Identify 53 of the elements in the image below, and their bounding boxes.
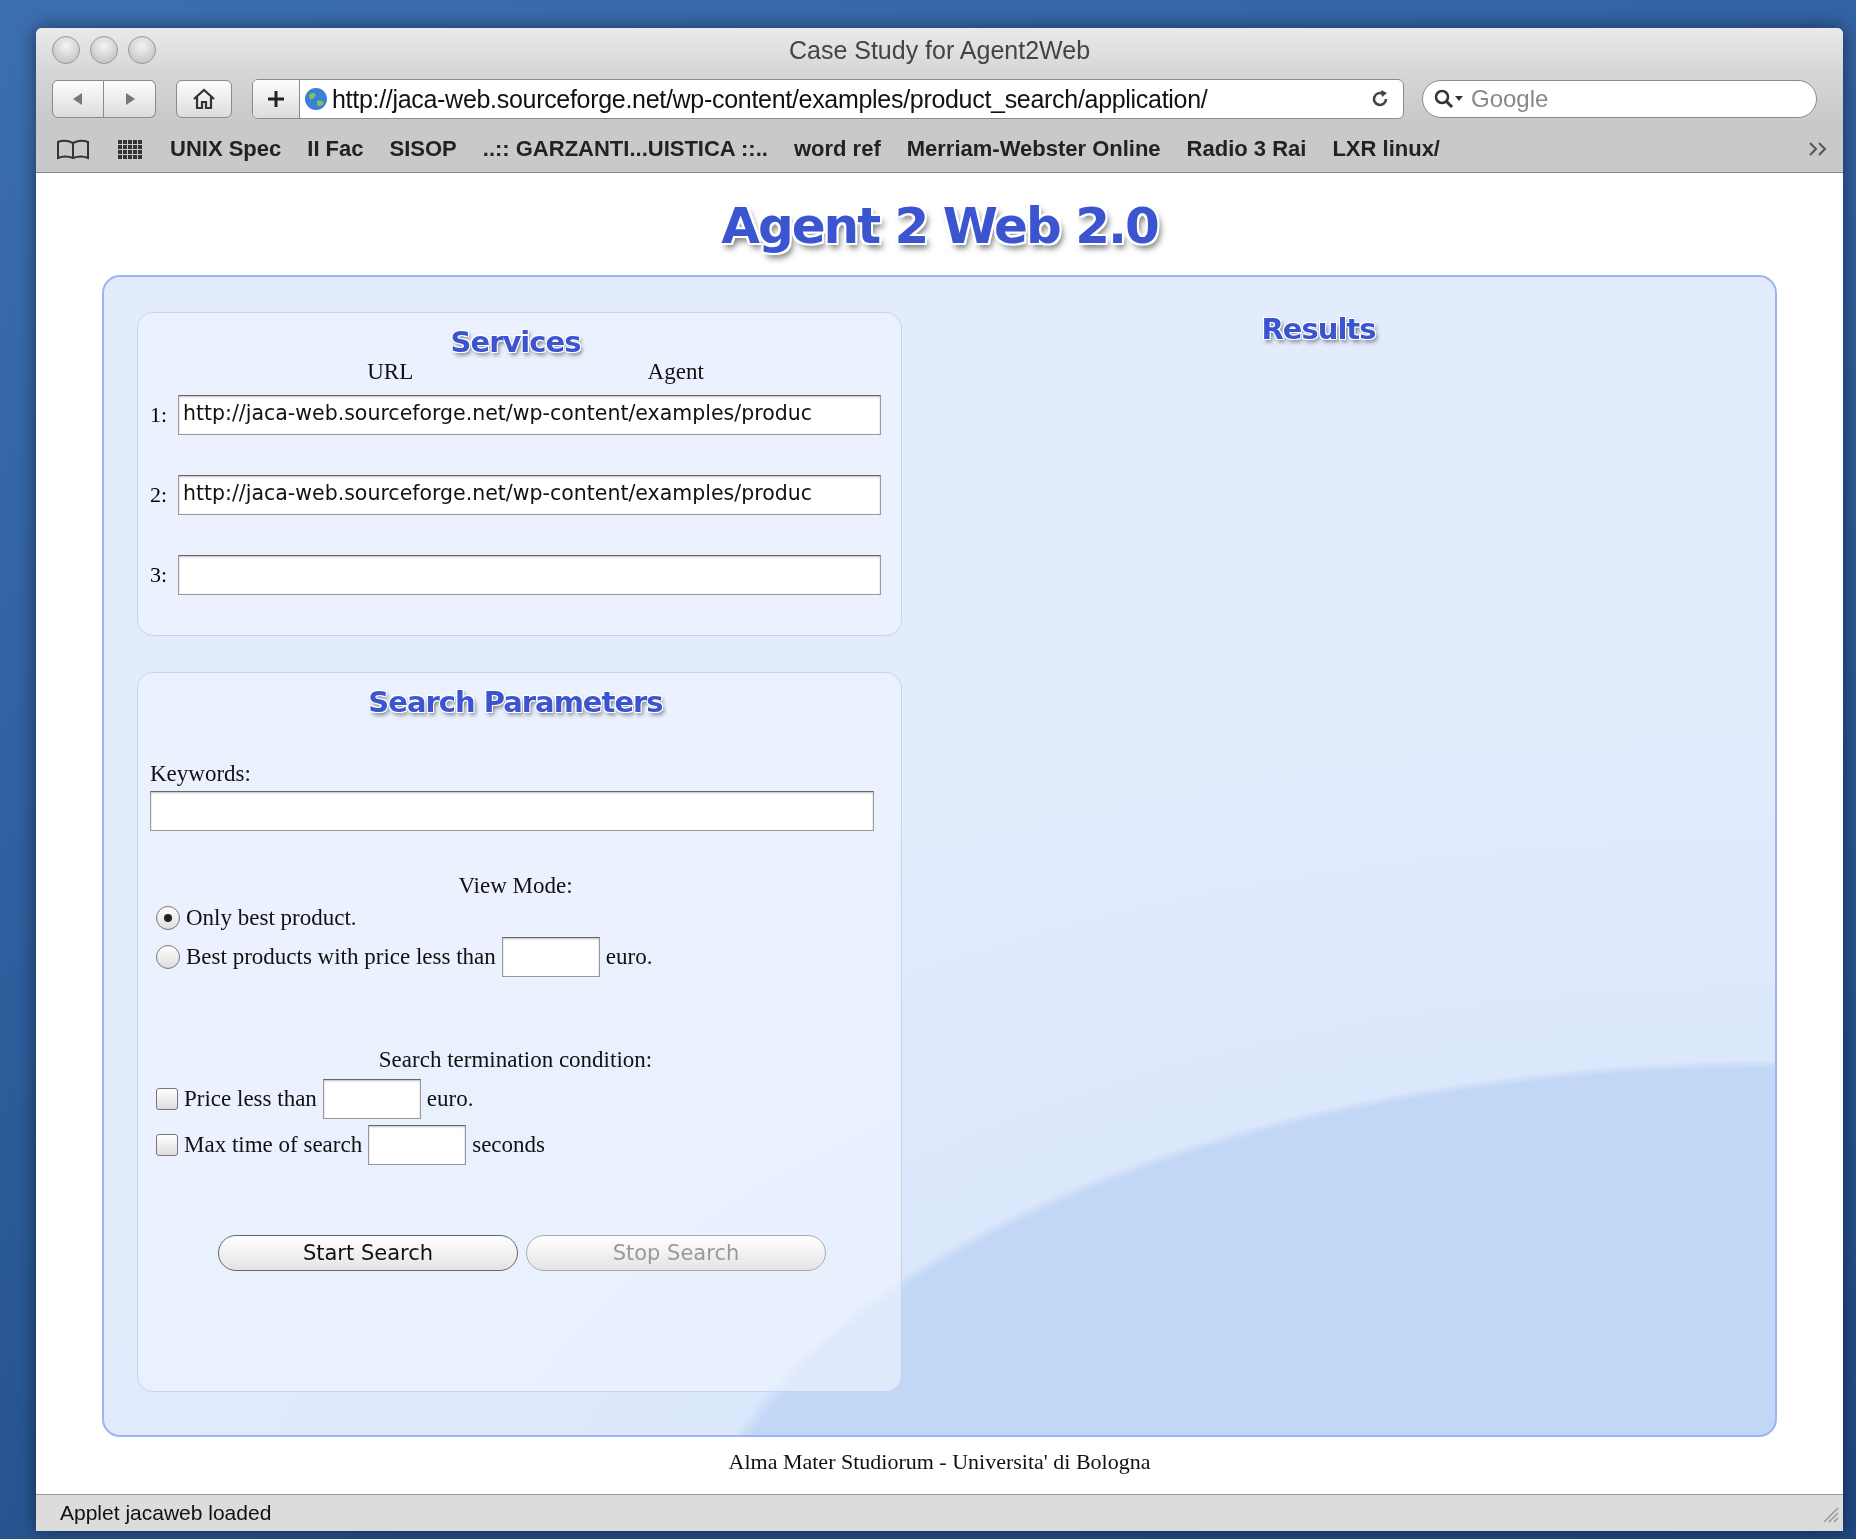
column-header: Agent — [647, 359, 704, 385]
bookmark-link[interactable]: LXR linux/ — [1332, 136, 1440, 162]
footer-text: Alma Mater Studiorum - Universita' di Bologna — [728, 1449, 1151, 1475]
add-bookmark-button[interactable] — [253, 80, 300, 118]
keywords-label: Keywords: — [150, 761, 252, 787]
condition-label: Max time of search — [184, 1132, 363, 1158]
forward-button[interactable] — [104, 80, 156, 118]
option-label: Best products with price less than — [186, 944, 496, 970]
value-field[interactable] — [368, 1125, 467, 1165]
price-field[interactable] — [501, 937, 600, 977]
row-number: 2: — [150, 482, 169, 508]
url-field[interactable] — [177, 555, 881, 595]
row-number: 3: — [150, 562, 169, 588]
bookmark-link[interactable]: UNIX Spec — [170, 136, 282, 162]
checkbox[interactable] — [156, 1134, 178, 1156]
bookmark-link[interactable]: Radio 3 Rai — [1186, 136, 1307, 162]
radio-button[interactable] — [156, 906, 180, 930]
bookmark-link[interactable]: word ref — [793, 136, 881, 162]
home-icon — [191, 87, 217, 111]
globe-icon — [304, 87, 328, 111]
plus-icon — [266, 89, 286, 109]
unit-label: seconds — [472, 1132, 545, 1158]
bookmark-link[interactable]: SISOP — [389, 136, 457, 162]
results-heading: Results — [1261, 312, 1376, 348]
row-number: 1: — [150, 402, 169, 428]
view-mode-label: View Mode: — [458, 873, 573, 899]
bookmark-link[interactable]: II Fac — [307, 136, 364, 162]
book-icon[interactable] — [56, 138, 90, 160]
services-heading: Services — [449, 325, 582, 359]
condition-label: Price less than — [184, 1086, 317, 1112]
grid-icon[interactable] — [116, 138, 144, 160]
home-button[interactable] — [176, 80, 232, 118]
bookmark-link[interactable]: ..:: GARZANTI...UISTICA ::.. — [482, 136, 768, 162]
termination-label: Search termination condition: — [378, 1047, 653, 1073]
checkbox[interactable] — [156, 1088, 178, 1110]
back-button[interactable] — [52, 80, 104, 118]
search-field[interactable]: Google — [1422, 80, 1817, 118]
address-field[interactable]: http://jaca-web.sourceforge.net/wp-content/examples/product_search/application/ — [252, 79, 1404, 119]
option-label: Only best product. — [186, 905, 357, 931]
search-button[interactable]: Start Search — [218, 1235, 518, 1271]
column-header: URL — [367, 359, 414, 385]
page-title: Agent 2 Web 2.0 — [721, 197, 1158, 255]
unit-label: euro. — [426, 1086, 474, 1112]
search-parameters-heading: Search Parameters — [367, 685, 664, 719]
window-title: Case Study for Agent2Web — [788, 35, 1091, 65]
status-text: Applet jacaweb loaded — [60, 1501, 272, 1525]
unit-label: euro. — [605, 944, 653, 970]
url-field[interactable]: http://jaca-web.sourceforge.net/wp-content/examples/produc — [177, 475, 881, 515]
radio-button[interactable] — [156, 945, 180, 969]
keywords-field[interactable] — [150, 791, 874, 831]
value-field[interactable] — [322, 1079, 421, 1119]
bookmark-link[interactable]: Merriam-Webster Online — [906, 136, 1161, 162]
url-field[interactable]: http://jaca-web.sourceforge.net/wp-content/examples/produc — [177, 395, 881, 435]
